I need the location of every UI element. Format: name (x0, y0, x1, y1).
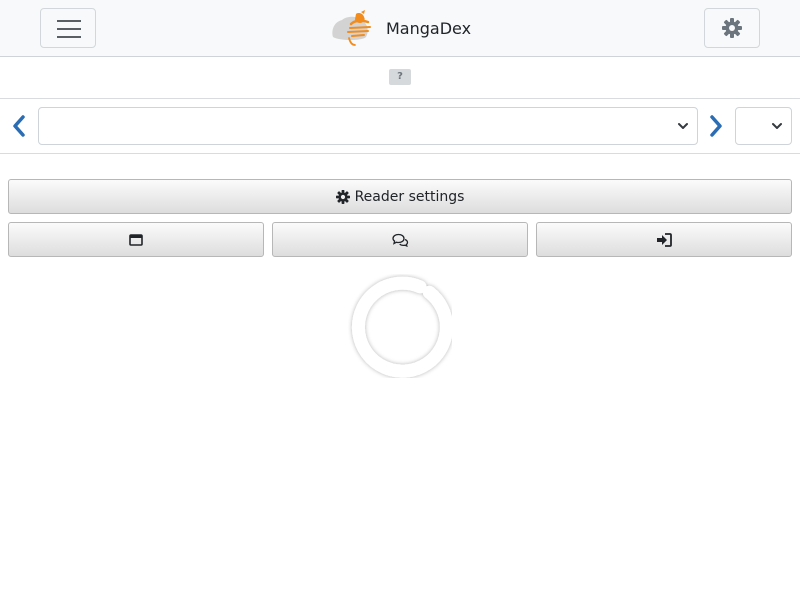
brand-link[interactable]: MangaDex (330, 10, 471, 46)
chevron-right-icon (710, 115, 722, 137)
gear-icon (722, 18, 742, 38)
sign-in-icon (657, 232, 672, 247)
mangadex-logo-icon (332, 10, 371, 46)
toggle-window-button[interactable] (8, 222, 264, 257)
page-select[interactable] (735, 107, 792, 145)
top-navbar: MangaDex (0, 0, 800, 57)
window-icon (129, 233, 143, 246)
previous-chapter-button[interactable] (8, 113, 30, 139)
help-row: ? (0, 57, 800, 99)
reader-settings-button[interactable]: Reader settings (8, 179, 792, 214)
comments-icon (392, 233, 409, 247)
hamburger-menu-icon (57, 20, 81, 22)
chevron-down-icon (772, 123, 782, 129)
brand-name: MangaDex (386, 18, 472, 38)
loading-spinner-icon (351, 276, 452, 378)
comments-button[interactable] (272, 222, 528, 257)
chapter-select[interactable] (38, 107, 698, 145)
chevron-left-icon (13, 115, 25, 137)
settings-button[interactable] (704, 8, 760, 48)
chevron-down-icon (678, 123, 688, 129)
help-badge[interactable]: ? (389, 69, 411, 85)
menu-toggle-button[interactable] (40, 8, 96, 48)
login-button[interactable] (536, 222, 792, 257)
next-chapter-button[interactable] (705, 113, 727, 139)
chapter-navigation (0, 99, 800, 154)
gear-icon (335, 189, 350, 204)
reader-settings-label: Reader settings (354, 188, 465, 205)
